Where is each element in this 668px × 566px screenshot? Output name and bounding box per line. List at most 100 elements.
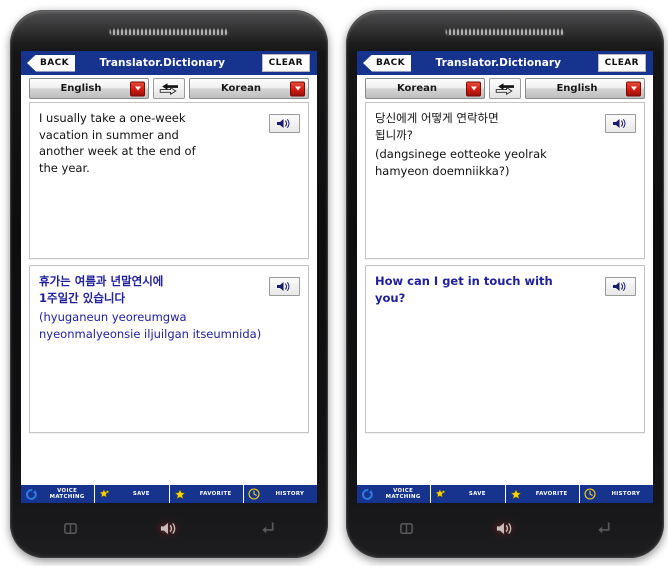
back-nav-button[interactable] bbox=[554, 507, 653, 549]
chevron-down-icon bbox=[466, 81, 481, 96]
toolbar-label-line2: MATCHING bbox=[385, 494, 421, 500]
toolbar-label-line2: MATCHING bbox=[49, 494, 85, 500]
toolbar-label-line1: SAVE bbox=[132, 491, 150, 497]
target-language-label: English bbox=[556, 83, 598, 94]
speak-translation-button[interactable] bbox=[605, 277, 636, 296]
toolbar-label-line1: SAVE bbox=[468, 491, 486, 497]
source-line: 됩니까? bbox=[375, 127, 413, 142]
home-speaker-button[interactable] bbox=[120, 507, 219, 549]
source-line: 당신에게 어떻게 연락하면 bbox=[375, 111, 499, 125]
toolbar-label-line1: HISTORY bbox=[275, 491, 305, 497]
save-star-icon bbox=[99, 488, 111, 500]
toolbar-item-favorite[interactable]: FAVORITE bbox=[170, 485, 244, 503]
toolbar-item-voice-matching[interactable]: VOICE MATCHING bbox=[357, 485, 432, 503]
chevron-down-icon bbox=[290, 81, 305, 96]
speaker-icon bbox=[613, 118, 626, 129]
toolbar-label: VOICE MATCHING bbox=[40, 488, 94, 500]
back-button[interactable]: BACK bbox=[27, 54, 76, 72]
source-line: vacation in summer and bbox=[39, 127, 179, 142]
source-language-label: English bbox=[60, 83, 102, 94]
voice-matching-icon bbox=[361, 488, 373, 500]
page-title: Translator.Dictionary bbox=[435, 57, 562, 69]
speaker-home-icon bbox=[496, 522, 511, 534]
speaker-home-icon bbox=[160, 522, 175, 534]
back-button-label: BACK bbox=[376, 58, 406, 68]
back-button-label: BACK bbox=[40, 58, 70, 68]
source-line: another week at the end of bbox=[39, 144, 196, 158]
android-soft-keys bbox=[21, 507, 317, 549]
phone-screen-right: BACK Translator.Dictionary CLEAR Korean bbox=[357, 51, 653, 503]
save-star-icon bbox=[435, 488, 447, 500]
clear-button-label: CLEAR bbox=[268, 58, 303, 68]
speak-source-button[interactable] bbox=[605, 114, 636, 133]
app-title-bar: BACK Translator.Dictionary CLEAR bbox=[21, 51, 317, 75]
source-text-panel[interactable]: I usually take a one-week vacation in su… bbox=[29, 102, 309, 259]
translation-panels: 당신에게 어떻게 연락하면 됩니까? (dangsinege eotteoke … bbox=[357, 102, 653, 433]
source-language-label: Korean bbox=[396, 83, 438, 94]
translation-line: you? bbox=[375, 290, 406, 305]
swap-arrows-icon bbox=[159, 83, 178, 95]
toolbar-item-history[interactable]: HISTORY bbox=[580, 485, 653, 503]
menu-icon bbox=[63, 522, 77, 534]
phone-device-right: BACK Translator.Dictionary CLEAR Korean bbox=[346, 10, 664, 558]
target-language-dropdown[interactable]: Korean bbox=[189, 78, 309, 99]
back-nav-button[interactable] bbox=[218, 507, 317, 549]
swap-languages-button[interactable] bbox=[153, 78, 185, 99]
speak-translation-button[interactable] bbox=[269, 277, 300, 296]
source-language-dropdown[interactable]: Korean bbox=[365, 78, 485, 99]
clear-button[interactable]: CLEAR bbox=[597, 54, 646, 72]
source-line: I usually take a one-week bbox=[39, 111, 186, 125]
home-speaker-button[interactable] bbox=[456, 507, 555, 549]
toolbar-label: HISTORY bbox=[599, 491, 653, 497]
app-title-bar: BACK Translator.Dictionary CLEAR bbox=[357, 51, 653, 75]
translated-text-panel[interactable]: 휴가는 여름과 년말연시에 1주일간 있습니다 (hyuganeun yeore… bbox=[29, 265, 309, 433]
menu-button[interactable] bbox=[357, 507, 456, 549]
toolbar-item-voice-matching[interactable]: VOICE MATCHING bbox=[21, 485, 96, 503]
toolbar-item-save[interactable]: SAVE bbox=[431, 485, 506, 503]
speaker-icon bbox=[613, 281, 626, 292]
toolbar-label: HISTORY bbox=[263, 491, 317, 497]
toolbar-item-history[interactable]: HISTORY bbox=[244, 485, 317, 503]
toolbar-label-line1: FAVORITE bbox=[535, 491, 568, 497]
dual-phone-screenshot: BACK Translator.Dictionary CLEAR English bbox=[0, 0, 668, 566]
menu-button[interactable] bbox=[21, 507, 120, 549]
phone-screen-left: BACK Translator.Dictionary CLEAR English bbox=[21, 51, 317, 503]
bottom-toolbar: VOICE MATCHING SAVE FAVORITE HISTORY bbox=[357, 485, 653, 503]
favorite-star-icon bbox=[174, 488, 186, 500]
target-language-dropdown[interactable]: English bbox=[525, 78, 645, 99]
language-selector-bar: English Korean bbox=[21, 75, 317, 102]
toolbar-label: FAVORITE bbox=[189, 491, 243, 497]
toolbar-label: VOICE MATCHING bbox=[376, 488, 430, 500]
back-arrow-icon bbox=[597, 522, 610, 533]
toolbar-item-favorite[interactable]: FAVORITE bbox=[506, 485, 580, 503]
page-title: Translator.Dictionary bbox=[99, 57, 226, 69]
toolbar-label: SAVE bbox=[450, 491, 504, 497]
translation-line: 1주일간 있습니다 bbox=[39, 290, 126, 305]
back-button[interactable]: BACK bbox=[363, 54, 412, 72]
swap-languages-button[interactable] bbox=[489, 78, 521, 99]
speak-source-button[interactable] bbox=[269, 114, 300, 133]
history-clock-icon bbox=[248, 488, 260, 500]
phone-device-left: BACK Translator.Dictionary CLEAR English bbox=[10, 10, 328, 558]
source-line: the year. bbox=[39, 160, 90, 175]
romanization-text: (hyuganeun yeoreumgwa nyeonmalyeonsie il… bbox=[39, 310, 262, 341]
translation-line: 휴가는 여름과 년말연시에 bbox=[39, 274, 164, 288]
target-language-label: Korean bbox=[220, 83, 262, 94]
language-selector-bar: Korean English bbox=[357, 75, 653, 102]
history-clock-icon bbox=[584, 488, 596, 500]
translation-panels: I usually take a one-week vacation in su… bbox=[21, 102, 317, 433]
clear-button[interactable]: CLEAR bbox=[261, 54, 310, 72]
favorite-star-icon bbox=[510, 488, 522, 500]
toolbar-label-line1: HISTORY bbox=[611, 491, 641, 497]
voice-matching-icon bbox=[25, 488, 37, 500]
source-text-panel[interactable]: 당신에게 어떻게 연락하면 됩니까? (dangsinege eotteoke … bbox=[365, 102, 645, 259]
android-soft-keys bbox=[357, 507, 653, 549]
toolbar-label: FAVORITE bbox=[525, 491, 579, 497]
source-language-dropdown[interactable]: English bbox=[29, 78, 149, 99]
toolbar-label: SAVE bbox=[114, 491, 168, 497]
earpiece-speaker-grille bbox=[445, 28, 565, 35]
earpiece-speaker-grille bbox=[109, 28, 229, 35]
back-arrow-icon bbox=[261, 522, 274, 533]
toolbar-item-save[interactable]: SAVE bbox=[95, 485, 170, 503]
translated-text-panel[interactable]: How can I get in touch with you? bbox=[365, 265, 645, 433]
